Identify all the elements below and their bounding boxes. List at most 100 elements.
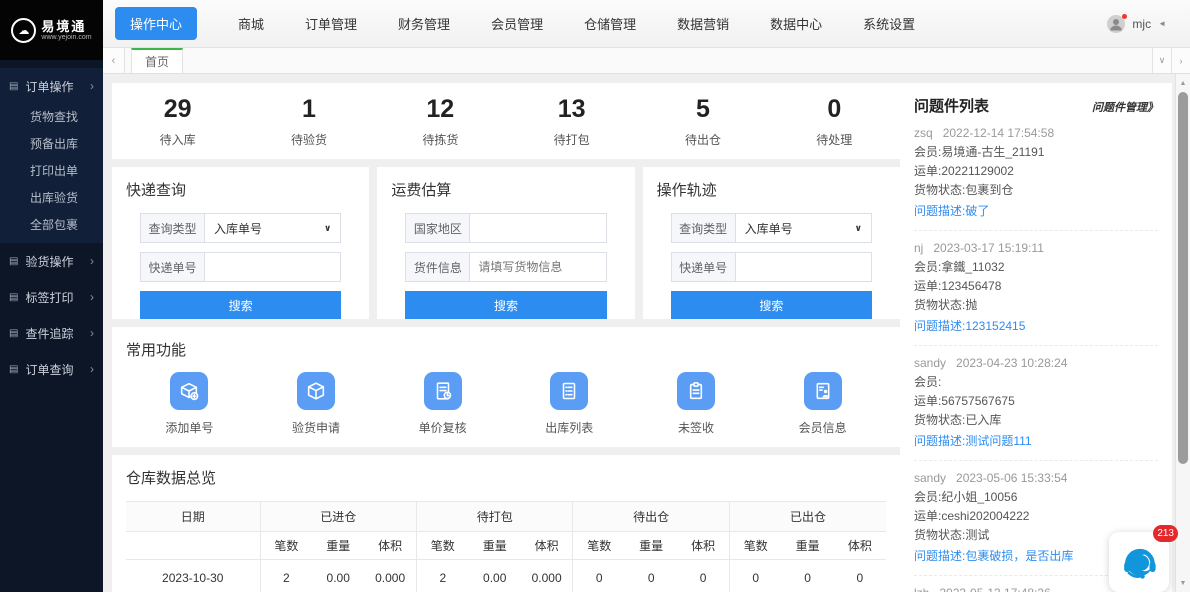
user-caret-icon: ◄ bbox=[1158, 19, 1166, 28]
chevron-right-icon: › bbox=[90, 362, 94, 376]
problem-user: sandy bbox=[914, 471, 946, 485]
tab-scroll-right-button[interactable]: › bbox=[1171, 48, 1190, 73]
problem-manage-link[interactable]: 问题件管理》 bbox=[1092, 99, 1158, 115]
problem-member: 会员:拿鐵_11032 bbox=[914, 260, 1158, 274]
query-type-select[interactable]: 入库单号∨ bbox=[736, 214, 871, 242]
outbound-list-icon bbox=[550, 372, 588, 410]
sidebar-subitem[interactable]: 货物查找 bbox=[0, 104, 103, 131]
user-menu[interactable]: mjc ◄ bbox=[1107, 15, 1190, 33]
stat-label: 待入库 bbox=[112, 131, 243, 148]
scrollbar-thumb[interactable] bbox=[1178, 92, 1188, 464]
table-subheader: 体积 bbox=[834, 532, 886, 560]
quick-function-2[interactable]: 单价复核 bbox=[400, 372, 486, 436]
stat-4[interactable]: 5待出仓 bbox=[637, 95, 768, 148]
stat-3[interactable]: 13待打包 bbox=[506, 95, 637, 148]
tab-dropdown-button[interactable]: ∨ bbox=[1152, 48, 1171, 73]
stat-value: 29 bbox=[112, 95, 243, 124]
quick-function-3[interactable]: 出库列表 bbox=[526, 372, 612, 436]
quick-function-label: 单价复核 bbox=[400, 419, 486, 436]
menu-grid-icon: ▤ bbox=[9, 256, 18, 267]
notification-dot-icon bbox=[1122, 14, 1127, 19]
quick-functions-card: 常用功能 添加单号验货申请单价复核出库列表未签收会员信息 bbox=[112, 327, 900, 447]
headset-agent-icon bbox=[1118, 541, 1160, 583]
sidebar-group-header-2[interactable]: ▤标签打印› bbox=[0, 279, 103, 315]
query-type-select[interactable]: 入库单号∨ bbox=[205, 214, 340, 242]
sidebar-group-label: 订单操作 bbox=[25, 78, 73, 95]
stat-label: 待处理 bbox=[769, 131, 900, 148]
brand-logo[interactable]: ☁ 易境通 www.yejoin.com bbox=[0, 0, 103, 60]
form-row: 货件信息 bbox=[405, 252, 606, 282]
problem-waybill: 运单:20221129002 bbox=[914, 164, 1158, 178]
topnav-item-2[interactable]: 订单管理 bbox=[305, 14, 357, 33]
sidebar-group-header-3[interactable]: ▤查件追踪› bbox=[0, 315, 103, 351]
stat-5[interactable]: 0待处理 bbox=[769, 95, 900, 148]
topnav-item-5[interactable]: 仓储管理 bbox=[584, 14, 636, 33]
sidebar-group-header-1[interactable]: ▤验货操作› bbox=[0, 243, 103, 279]
search-button[interactable]: 搜索 bbox=[671, 291, 872, 319]
search-button[interactable]: 搜索 bbox=[405, 291, 606, 319]
topnav-item-3[interactable]: 财务管理 bbox=[398, 14, 450, 33]
text-input[interactable] bbox=[470, 253, 605, 281]
table-cell: 0 bbox=[834, 560, 886, 593]
stats-card: 29 待入库1待验货12 待拣货13待打包5待出仓0待处理 bbox=[112, 83, 900, 159]
sidebar-subitem[interactable]: 出库验货 bbox=[0, 185, 103, 212]
tab-home[interactable]: 首页 bbox=[131, 48, 183, 73]
problem-items-panel: 问题件列表 问题件管理》 zsq2022-12-14 17:54:58会员:易境… bbox=[900, 83, 1172, 592]
table-cell: 0.000 bbox=[364, 560, 416, 593]
search-button[interactable]: 搜索 bbox=[140, 291, 341, 319]
query-panel-title: 操作轨迹 bbox=[657, 179, 886, 200]
sidebar-subitem[interactable]: 预备出库 bbox=[0, 131, 103, 158]
table-cell: 0 bbox=[573, 560, 625, 593]
sidebar-group-3: ▤查件追踪› bbox=[0, 315, 103, 351]
select-value: 入库单号 bbox=[214, 220, 262, 237]
topnav-item-1[interactable]: 商城 bbox=[238, 14, 264, 33]
scrollbar-up-icon[interactable]: ▲ bbox=[1176, 76, 1190, 90]
stat-1[interactable]: 1待验货 bbox=[243, 95, 374, 148]
query-panel-1: 运费估算国家地区货件信息搜索 bbox=[377, 167, 634, 319]
stat-0[interactable]: 29 待入库 bbox=[112, 95, 243, 148]
topnav-item-4[interactable]: 会员管理 bbox=[491, 14, 543, 33]
page-scrollbar[interactable]: ▲ ▼ bbox=[1175, 74, 1190, 592]
topnav-item-8[interactable]: 系统设置 bbox=[863, 14, 915, 33]
stat-label: 待打包 bbox=[506, 131, 637, 148]
stat-2[interactable]: 12 待拣货 bbox=[375, 95, 506, 148]
problem-description-link[interactable]: 问题描述:测试问题111 bbox=[914, 432, 1158, 449]
quick-function-label: 出库列表 bbox=[526, 419, 612, 436]
quick-function-5[interactable]: 会员信息 bbox=[780, 372, 866, 436]
text-input[interactable] bbox=[736, 253, 871, 281]
tab-bar: ‹ 首页 ∨ › bbox=[103, 48, 1190, 74]
menu-grid-icon: ▤ bbox=[9, 292, 18, 303]
quick-function-label: 验货申请 bbox=[273, 419, 359, 436]
tab-scroll-left-button[interactable]: ‹ bbox=[103, 48, 125, 73]
user-name: mjc bbox=[1132, 17, 1151, 31]
table-cell: 0 bbox=[782, 560, 834, 593]
quick-function-4[interactable]: 未签收 bbox=[653, 372, 739, 436]
stat-value: 12 bbox=[375, 95, 506, 124]
problem-time: 2023-04-23 10:28:24 bbox=[956, 356, 1067, 370]
query-panels-row: 快递查询查询类型入库单号∨快递单号搜索运费估算国家地区货件信息搜索操作轨迹查询类… bbox=[112, 167, 900, 319]
table-subheader: 笔数 bbox=[416, 532, 468, 560]
stat-value: 1 bbox=[243, 95, 374, 124]
sidebar-group-label: 标签打印 bbox=[25, 289, 73, 306]
table-cell: 0 bbox=[677, 560, 729, 593]
sidebar-group-header-4[interactable]: ▤订单查询› bbox=[0, 351, 103, 387]
scrollbar-down-icon[interactable]: ▼ bbox=[1176, 576, 1190, 590]
stat-label: 待拣货 bbox=[375, 131, 506, 148]
table-group-header: 待出仓 bbox=[573, 502, 729, 532]
topnav-item-0[interactable]: 操作中心 bbox=[115, 7, 197, 40]
text-input[interactable] bbox=[470, 214, 605, 242]
topnav-item-6[interactable]: 数据营销 bbox=[677, 14, 729, 33]
quick-function-0[interactable]: 添加单号 bbox=[146, 372, 232, 436]
sidebar-subitem[interactable]: 打印出单 bbox=[0, 158, 103, 185]
topnav-item-7[interactable]: 数据中心 bbox=[770, 14, 822, 33]
problem-description-link[interactable]: 问题描述:破了 bbox=[914, 202, 1158, 219]
chevron-right-icon: › bbox=[90, 79, 94, 93]
sidebar-subitem[interactable]: 全部包裹 bbox=[0, 212, 103, 239]
problem-description-link[interactable]: 问题描述:123152415 bbox=[914, 317, 1158, 334]
sidebar-group-header-0[interactable]: ▤订单操作› bbox=[0, 68, 103, 104]
problem-meta: sandy2023-05-06 15:33:54 bbox=[914, 471, 1158, 485]
text-input[interactable] bbox=[205, 253, 340, 281]
customer-service-button[interactable]: 213 bbox=[1109, 532, 1169, 592]
quick-function-1[interactable]: 验货申请 bbox=[273, 372, 359, 436]
problem-time: 2022-12-14 17:54:58 bbox=[943, 126, 1054, 140]
